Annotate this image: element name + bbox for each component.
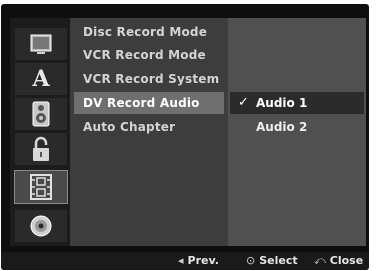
language-icon[interactable]: A	[15, 63, 67, 95]
film-icon[interactable]	[14, 170, 68, 204]
language-glyph: A	[32, 66, 50, 92]
display-icon[interactable]	[15, 28, 67, 60]
prev-hint[interactable]: ◂ Prev.	[178, 254, 219, 267]
menu-item-dv-record-audio[interactable]: DV Record Audio	[74, 92, 224, 114]
check-icon: ✓	[238, 95, 249, 110]
setup-menu-list: Disc Record Mode VCR Record Mode VCR Rec…	[70, 18, 228, 246]
menu-item-vcr-record-mode[interactable]: VCR Record Mode	[74, 44, 224, 66]
option-audio-1[interactable]: ✓ Audio 1	[230, 92, 364, 114]
option-submenu: ✓ Audio 1 Audio 2	[228, 18, 366, 246]
menu-item-auto-chapter[interactable]: Auto Chapter	[74, 116, 224, 138]
close-label: Close	[329, 254, 364, 267]
option-label: Audio 2	[256, 120, 308, 134]
menu-item-disc-record-mode[interactable]: Disc Record Mode	[74, 21, 224, 43]
prev-label: Prev.	[187, 254, 219, 267]
speaker-icon[interactable]	[15, 98, 67, 130]
option-audio-2[interactable]: Audio 2	[230, 116, 364, 138]
sidebar: A	[10, 18, 70, 246]
lock-icon[interactable]	[15, 133, 67, 165]
menu-item-vcr-record-system[interactable]: VCR Record System	[74, 68, 224, 90]
enter-icon: ⊙	[246, 254, 256, 267]
left-arrow-icon: ◂	[178, 254, 184, 267]
disc-icon[interactable]	[15, 210, 67, 242]
select-hint[interactable]: ⊙ Select	[246, 254, 298, 267]
footer-hint-bar: ◂ Prev. ⊙ Select ⤺ Close	[1, 252, 369, 270]
select-label: Select	[259, 254, 298, 267]
osd-screen: A Disc Record Mode VCR Record Mode VCR R…	[1, 4, 369, 270]
return-icon: ⤺	[314, 254, 326, 267]
option-label: Audio 1	[256, 96, 308, 110]
close-hint[interactable]: ⤺ Close	[314, 254, 363, 268]
